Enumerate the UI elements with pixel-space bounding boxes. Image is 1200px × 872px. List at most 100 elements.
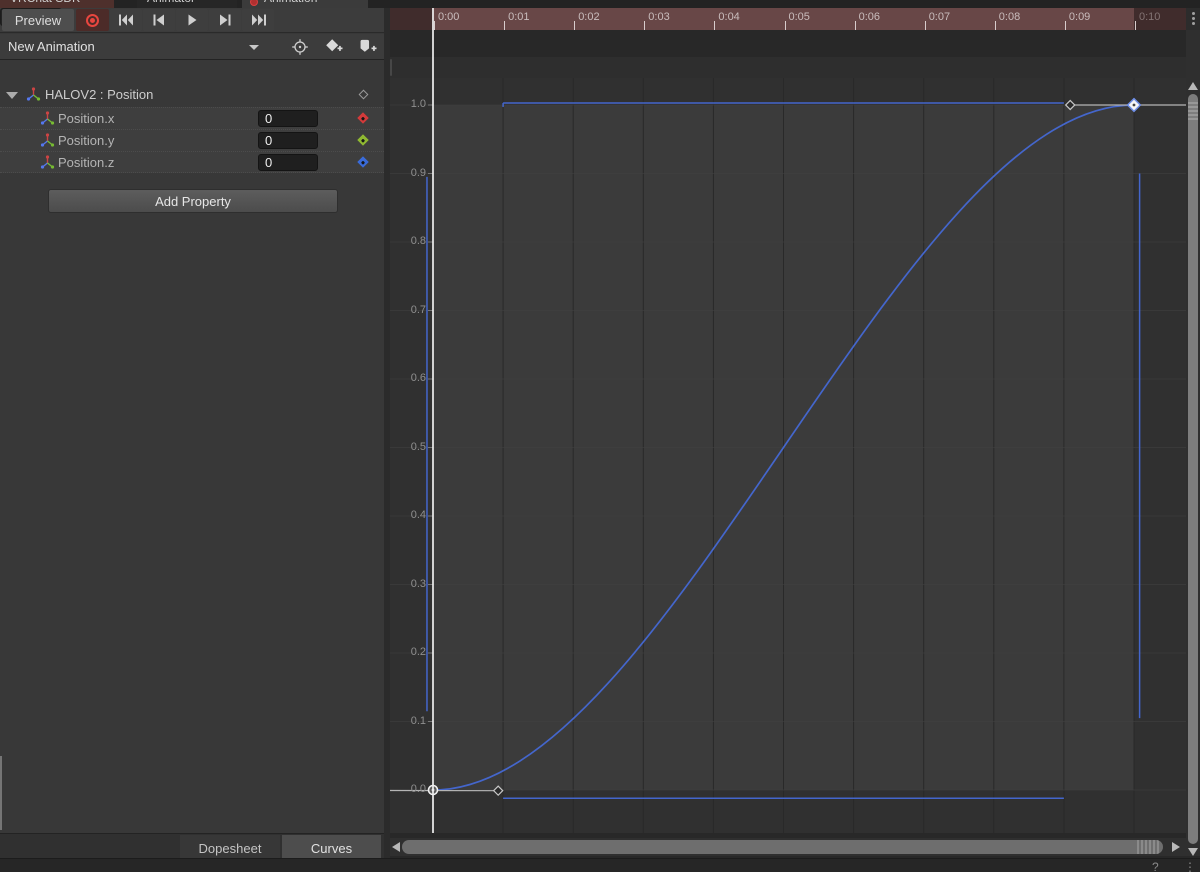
tab-animator-label: Animator [147,0,195,5]
record-icon [86,13,99,27]
add-event-button[interactable] [352,35,382,59]
keyframe-end-dot [1132,103,1136,107]
transform-icon [40,111,55,125]
status-strip: ? ⋮ [0,858,1200,872]
play-button[interactable] [176,9,208,31]
position-z-value-field[interactable]: 0 [258,154,318,171]
tab-vrchat-sdk[interactable]: VRChat SDK [0,0,114,8]
ruler-tick [1135,21,1136,30]
tab-animation[interactable]: Animation [242,0,368,8]
property-group-label: HALOV2 : Position [45,87,154,102]
ruler-tick-label: 0:02 [578,11,600,23]
horizontal-scrollbar-thumb[interactable] [402,840,1163,854]
keyframe-diamond-red-icon[interactable] [357,112,369,124]
skip-end-icon [251,14,266,26]
scroll-down-arrow-icon[interactable] [1188,848,1198,856]
value-axis-label: 0.1 [410,714,426,727]
ruler-tick-label: 0:08 [998,11,1021,23]
vertical-scrollbar[interactable] [1186,30,1200,856]
ruler-tick-label: 0:03 [648,11,670,23]
value-axis-label: 0.7 [410,303,426,316]
ruler-tick-label: 0:09 [1068,11,1091,23]
property-label: Position.x [58,111,115,126]
ruler-tick-label: 0:06 [858,11,881,23]
scroll-left-arrow-icon[interactable] [392,842,400,852]
curve-plot-area[interactable]: 1.0 0.9 0.8 0.7 0.6 0.5 0.4 0.3 0.2 0.1 0.0 [390,78,1186,833]
ruler-tick [574,21,576,30]
status-glyph: ? [1152,860,1159,872]
keyframe-diamond-green-icon[interactable] [357,134,369,146]
playhead-line[interactable] [432,8,434,833]
next-key-icon [220,14,231,26]
preview-button[interactable]: Preview [2,9,74,31]
ruler-tick-label: 0:07 [928,11,951,23]
value-axis-label: 0.9 [410,166,426,179]
next-key-button[interactable] [209,9,241,31]
window-menu[interactable] [1186,8,1200,30]
tab-animation-label: Animation [264,0,317,5]
position-x-value-field[interactable]: 0 [258,110,318,127]
chevron-down-icon [249,45,259,50]
clip-range-highlight [432,8,1134,30]
ruler-tick [434,21,435,30]
clip-selector-dropdown[interactable]: New Animation [0,34,268,60]
ruler-tick [994,21,996,30]
tab-curves[interactable]: Curves [282,835,381,858]
ruler-tick-label: 0:04 [718,11,740,23]
ruler-tick [1064,21,1066,30]
property-row-position-x[interactable]: Position.x 0 [0,107,384,129]
previous-key-icon [153,14,164,26]
playback-toolbar: Preview [0,8,384,33]
skip-start-icon [118,14,133,26]
value-axis-label: 0.4 [410,509,426,521]
play-icon [188,14,197,26]
ruler-tick-label: 0:05 [788,11,810,23]
record-button[interactable] [76,9,109,31]
ruler-tick [504,21,506,30]
property-row-position-y[interactable]: Position.y 0 [0,129,384,151]
ruler-tick-label: 0:00 [438,11,460,23]
goto-last-key-button[interactable] [242,9,274,31]
previous-key-button[interactable] [143,9,175,31]
value-axis-label: 0.5 [410,440,426,453]
kebab-menu-icon [1192,12,1195,28]
property-group-header[interactable]: HALOV2 : Position [0,84,384,106]
keyframe-diamond-blue-icon[interactable] [357,156,369,168]
add-keyframe-icon [325,39,342,52]
status-glyph: ⋮ [1184,860,1196,872]
tab-animator[interactable]: Animator [137,0,237,8]
transform-icon [40,133,55,147]
panel-resize-handle[interactable] [0,756,2,830]
position-y-value-field[interactable]: 0 [258,132,318,149]
add-keyframe-button[interactable] [318,35,348,59]
add-event-icon [360,39,376,52]
clip-toolbar: New Animation [0,34,384,60]
scroll-right-arrow-icon[interactable] [1172,842,1180,852]
time-ruler[interactable]: 0:00 0:01 0:02 0:03 0:04 0:05 0:06 0:07 0:08 0:09… [390,8,1186,30]
value-axis-label: 0.3 [410,577,426,590]
ruler-lower-band [390,30,1186,57]
goto-first-key-button[interactable] [110,9,142,31]
filter-by-selection-button[interactable] [285,35,315,59]
value-axis-label: 0.0 [410,783,426,795]
tab-dopesheet[interactable]: Dopesheet [180,835,280,858]
transform-icon [26,87,41,101]
property-label: Position.z [58,155,115,170]
ruler-tick [714,21,716,30]
scroll-up-arrow-icon[interactable] [1188,82,1198,90]
curve-canvas[interactable] [390,78,1186,833]
editor-tab-strip: VRChat SDK Animator Animation [0,0,1200,8]
record-dot-icon [250,0,258,6]
horizontal-scrollbar[interactable] [390,838,1186,856]
foldout-caret-icon[interactable] [6,92,18,99]
tab-vrchat-sdk-label: VRChat SDK [10,0,80,5]
property-row-position-z[interactable]: Position.z 0 [0,151,384,173]
add-property-button[interactable]: Add Property [48,189,338,213]
time-range-slider[interactable] [390,57,1186,78]
vertical-scrollbar-thumb[interactable] [1188,94,1198,844]
time-range-thumb[interactable] [390,59,392,76]
property-label: Position.y [58,133,115,148]
transform-icon [40,155,55,169]
crosshair-icon [292,39,308,55]
group-keyframe-diamond-icon[interactable] [358,89,369,100]
